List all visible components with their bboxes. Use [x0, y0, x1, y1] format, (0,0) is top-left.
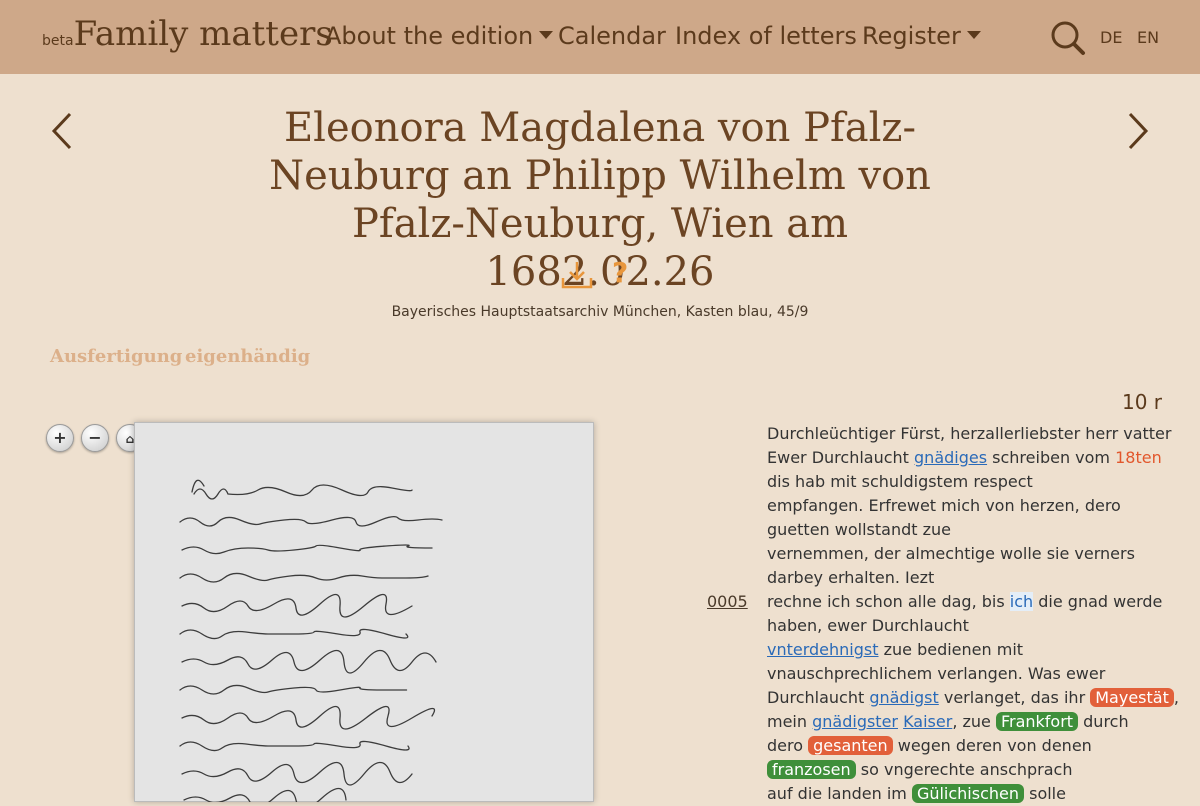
text: rechne ich schon alle dag, bis — [767, 592, 1010, 611]
place-tag[interactable]: Frankfort — [995, 712, 1079, 731]
transcript-line: dero gesanten wegen deren von denen — [767, 734, 1167, 758]
transcript-line: empfangen. Erfrewet mich von herzen, der… — [767, 494, 1167, 518]
transcript-line: franzosen so vngerechte anschprach — [767, 758, 1167, 782]
download-button[interactable] — [560, 260, 594, 294]
nav-index-of-letters[interactable]: Index of letters — [675, 22, 857, 50]
nav-index-label: Index of letters — [675, 22, 857, 50]
transcript-line: guetten wollstandt zue — [767, 518, 1167, 542]
person-tag[interactable]: gesanten — [808, 736, 893, 755]
transcript-line: mein gnädigster Kaiser, zue Frankfort du… — [767, 710, 1167, 734]
text: solle — [1024, 784, 1066, 803]
transcript-line: darbey erhalten. Iezt — [767, 566, 1167, 590]
text: Durchlaucht — [767, 688, 870, 707]
text: wegen deren von denen — [892, 736, 1092, 755]
transcript-line: haben, ewer Durchlaucht — [767, 614, 1167, 638]
text: schreiben vom — [987, 448, 1116, 467]
text: die gnad werde — [1033, 592, 1163, 611]
home-icon: ⌂ — [125, 432, 135, 446]
brand-name[interactable]: Family matters — [74, 14, 333, 54]
download-icon — [561, 262, 593, 289]
text: durch — [1078, 712, 1129, 731]
date-mention[interactable]: 18ten — [1115, 448, 1162, 467]
nav-about-edition-label: About the edition — [325, 22, 534, 50]
place-tag[interactable]: franzosen — [767, 760, 856, 779]
transcript-line: Ewer Durchlaucht gnädiges schreiben vom … — [767, 446, 1167, 470]
archive-reference: Bayerisches Hauptstaatsarchiv München, K… — [391, 304, 809, 320]
chevron-down-icon — [966, 31, 981, 39]
minus-icon: − — [88, 428, 102, 447]
plus-icon: + — [53, 428, 67, 447]
term-link[interactable]: gnädigster — [812, 712, 898, 731]
manuscript-scan[interactable] — [134, 422, 594, 802]
text: vernemmen, der almechtige wolle sie vern… — [767, 544, 1135, 563]
folio-label: 10 r — [1122, 390, 1163, 414]
previous-letter-button[interactable] — [50, 112, 74, 154]
place-tag[interactable]: Gülichischen — [911, 784, 1025, 803]
title-line: Neuburg an Philipp Wilhelm von — [269, 153, 931, 199]
transcription-text: Durchleüchtiger Fürst, herzallerliebster… — [767, 422, 1179, 806]
navbar: betaFamily matters About the edition Cal… — [0, 0, 1200, 74]
search-icon — [1051, 21, 1085, 55]
transcript-line: Durchleüchtiger Fürst, herzallerliebster… — [767, 422, 1171, 446]
nav-calendar-label: Calendar — [558, 22, 666, 50]
tag-eigenhaendig: eigenhändig — [185, 346, 311, 367]
text: , zue — [952, 712, 996, 731]
search-button[interactable] — [1050, 20, 1086, 60]
nav-calendar[interactable]: Calendar — [558, 22, 666, 50]
zoom-out-button[interactable]: − — [81, 424, 109, 452]
nav-register-label: Register — [862, 22, 961, 50]
transcript-line: auf die landen im Gülichischen solle — [767, 782, 1167, 806]
title-line: Eleonora Magdalena von Pfalz- — [283, 105, 917, 151]
text: , — [1173, 688, 1179, 707]
person-tag[interactable]: Mayestät — [1090, 688, 1174, 707]
highlighted-word[interactable]: ich — [1009, 592, 1034, 611]
term-link[interactable]: gnädiges — [914, 448, 987, 467]
text: auf die landen im — [767, 784, 912, 803]
nav-about-edition[interactable]: About the edition — [325, 22, 554, 50]
transcript-line: Durchlaucht gnädigst verlanget, das ihr … — [767, 686, 1179, 710]
text: Ewer Durchlaucht — [767, 448, 915, 467]
text: haben, ewer Durchlaucht — [767, 616, 969, 635]
page-title: Eleonora Magdalena von Pfalz- Neuburg an… — [240, 104, 960, 296]
brand[interactable]: betaFamily matters — [42, 14, 333, 54]
text: dero — [767, 736, 809, 755]
text: zue bedienen mit — [878, 640, 1024, 659]
transcript-line: dis hab mit schuldigstem respect — [767, 470, 1167, 494]
text: vnauschprechlichem verlangen. Was ewer — [767, 664, 1106, 683]
text: Durchleüchtiger Fürst, herzallerliebster… — [767, 424, 1172, 443]
transcript-line: vernemmen, der almechtige wolle sie vern… — [767, 542, 1167, 566]
manuscript-image — [134, 422, 594, 802]
text: guetten wollstandt zue — [767, 520, 951, 539]
text: dis hab mit schuldigstem respect — [767, 472, 1033, 491]
text: verlanget, das ihr — [938, 688, 1091, 707]
chevron-down-icon — [539, 31, 554, 39]
nav-register[interactable]: Register — [862, 22, 981, 50]
lang-en[interactable]: EN — [1137, 28, 1159, 47]
lang-de[interactable]: DE — [1100, 28, 1122, 47]
term-link[interactable]: Kaiser — [903, 712, 952, 731]
title-line: Pfalz-Neuburg, Wien am 1682.02.26 — [351, 201, 849, 295]
text: darbey erhalten. Iezt — [767, 568, 935, 587]
transcript-line: rechne ich schon alle dag, bis ich die g… — [767, 590, 1167, 614]
help-button[interactable]: ? — [612, 256, 628, 289]
transcript-line: vnterdehnigst zue bedienen mit — [767, 638, 1167, 662]
zoom-in-button[interactable]: + — [46, 424, 74, 452]
transcript-line: vnauschprechlichem verlangen. Was ewer — [767, 662, 1167, 686]
text: mein — [767, 712, 813, 731]
term-link[interactable]: gnädigst — [869, 688, 938, 707]
chevron-right-icon — [1128, 112, 1149, 150]
tag-ausfertigung: Ausfertigung — [50, 346, 183, 367]
beta-label: beta — [42, 33, 74, 49]
line-number[interactable]: 0005 — [707, 592, 748, 611]
next-letter-button[interactable] — [1126, 112, 1150, 154]
term-link[interactable]: vnterdehnigst — [767, 640, 879, 659]
text: so vngerechte anschprach — [855, 760, 1073, 779]
text: empfangen. Erfrewet mich von herzen, der… — [767, 496, 1121, 515]
chevron-left-icon — [51, 112, 72, 150]
